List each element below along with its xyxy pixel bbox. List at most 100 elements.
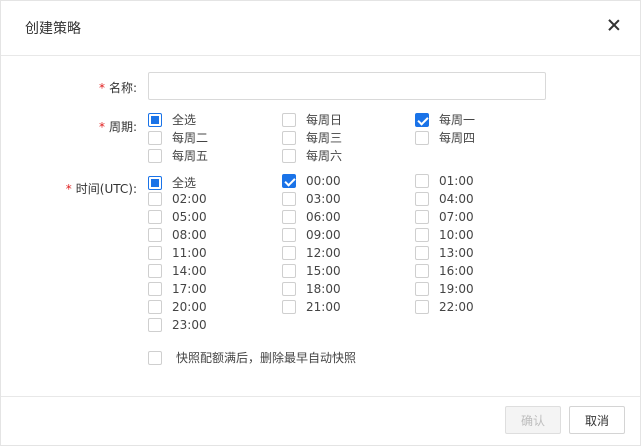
period-option-checkbox[interactable]: 每周二 — [148, 129, 208, 146]
checkbox-box[interactable] — [415, 210, 429, 224]
close-icon[interactable] — [606, 17, 622, 33]
time-option-checkbox[interactable]: 18:00 — [282, 282, 341, 296]
checkbox-box[interactable] — [282, 112, 296, 127]
checkbox-box[interactable] — [415, 300, 429, 314]
time-option-label: 全选 — [172, 176, 197, 190]
cancel-button[interactable]: 取消 — [569, 406, 625, 434]
confirm-button[interactable]: 确认 — [505, 406, 561, 434]
checkbox-box[interactable] — [282, 148, 296, 163]
checkbox-box[interactable] — [282, 228, 296, 242]
checkbox-box[interactable] — [282, 300, 296, 314]
time-option-label: 11:00 — [172, 246, 207, 260]
create-policy-dialog: 创建策略 * 名称: * 周期: 全选 每周日 每周一 每周二 每周三 每周四 每周五 每周六 *… — [0, 0, 641, 446]
time-option-checkbox[interactable]: 00:00 — [282, 174, 341, 188]
checkbox-box[interactable] — [282, 130, 296, 145]
checkbox-box[interactable] — [282, 264, 296, 278]
period-option-checkbox[interactable]: 每周六 — [282, 147, 342, 164]
checkbox-box[interactable] — [148, 282, 162, 296]
period-option-checkbox[interactable]: 全选 — [148, 111, 196, 128]
checkbox-box[interactable] — [148, 112, 162, 127]
name-input[interactable] — [148, 72, 546, 100]
time-option-label: 21:00 — [306, 300, 341, 314]
checkbox-box[interactable] — [415, 192, 429, 206]
time-option-checkbox[interactable]: 02:00 — [148, 192, 207, 206]
time-option-label: 10:00 — [439, 228, 474, 242]
time-label-wrap: * 时间(UTC): — [66, 180, 137, 197]
time-option-checkbox[interactable]: 11:00 — [148, 246, 207, 260]
time-option-label: 22:00 — [439, 300, 474, 314]
time-option-checkbox[interactable]: 05:00 — [148, 210, 207, 224]
checkbox-box[interactable] — [148, 350, 162, 365]
time-option-checkbox[interactable]: 04:00 — [415, 192, 474, 206]
time-option-label: 00:00 — [306, 174, 341, 188]
time-option-checkbox[interactable]: 03:00 — [282, 192, 341, 206]
time-option-checkbox[interactable]: 23:00 — [148, 318, 207, 332]
checkbox-box[interactable] — [282, 282, 296, 296]
time-option-label: 02:00 — [172, 192, 207, 206]
time-option-checkbox[interactable]: 21:00 — [282, 300, 341, 314]
checkbox-box[interactable] — [415, 112, 429, 127]
time-option-checkbox[interactable]: 16:00 — [415, 264, 474, 278]
time-option-checkbox[interactable]: 08:00 — [148, 228, 207, 242]
time-option-checkbox[interactable]: 06:00 — [282, 210, 341, 224]
time-option-checkbox[interactable]: 22:00 — [415, 300, 474, 314]
time-option-checkbox[interactable]: 19:00 — [415, 282, 474, 296]
dialog-header: 创建策略 — [1, 1, 640, 56]
period-option-label: 每周三 — [306, 131, 343, 145]
checkbox-box[interactable] — [148, 246, 162, 260]
time-option-checkbox[interactable]: 15:00 — [282, 264, 341, 278]
name-label-wrap: * 名称: — [99, 79, 137, 96]
period-option-checkbox[interactable]: 每周五 — [148, 147, 208, 164]
time-option-label: 04:00 — [439, 192, 474, 206]
period-option-label: 全选 — [172, 113, 197, 127]
time-option-label: 20:00 — [172, 300, 207, 314]
time-option-checkbox[interactable]: 07:00 — [415, 210, 474, 224]
checkbox-box[interactable] — [148, 318, 162, 332]
period-option-label: 每周六 — [306, 149, 343, 163]
checkbox-box[interactable] — [415, 246, 429, 260]
time-option-checkbox[interactable]: 20:00 — [148, 300, 207, 314]
time-option-checkbox[interactable]: 09:00 — [282, 228, 341, 242]
checkbox-box[interactable] — [415, 228, 429, 242]
time-option-label: 09:00 — [306, 228, 341, 242]
time-option-label: 14:00 — [172, 264, 207, 278]
checkbox-box[interactable] — [148, 192, 162, 206]
time-option-checkbox[interactable]: 13:00 — [415, 246, 474, 260]
time-option-checkbox[interactable]: 10:00 — [415, 228, 474, 242]
period-option-checkbox[interactable]: 每周一 — [415, 111, 475, 128]
time-option-label: 13:00 — [439, 246, 474, 260]
period-option-label: 每周一 — [439, 113, 476, 127]
time-option-checkbox[interactable]: 14:00 — [148, 264, 207, 278]
period-option-label: 每周五 — [172, 149, 209, 163]
checkbox-box[interactable] — [148, 210, 162, 224]
period-option-checkbox[interactable]: 每周日 — [282, 111, 342, 128]
time-option-label: 17:00 — [172, 282, 207, 296]
period-option-checkbox[interactable]: 每周四 — [415, 129, 475, 146]
checkbox-box[interactable] — [282, 174, 296, 188]
checkbox-box[interactable] — [148, 148, 162, 163]
checkbox-box[interactable] — [282, 246, 296, 260]
required-mark: * — [98, 120, 105, 134]
checkbox-box[interactable] — [148, 264, 162, 278]
time-option-checkbox[interactable]: 17:00 — [148, 282, 207, 296]
time-option-checkbox[interactable]: 01:00 — [415, 174, 474, 188]
checkbox-box[interactable] — [148, 130, 162, 145]
checkbox-box[interactable] — [282, 192, 296, 206]
checkbox-box[interactable] — [415, 174, 429, 188]
checkbox-box[interactable] — [415, 282, 429, 296]
checkbox-box[interactable] — [415, 130, 429, 145]
time-option-label: 23:00 — [172, 318, 207, 332]
checkbox-box[interactable] — [282, 210, 296, 224]
checkbox-box[interactable] — [148, 300, 162, 314]
time-option-checkbox[interactable]: 12:00 — [282, 246, 341, 260]
time-option-label: 15:00 — [306, 264, 341, 278]
time-label: 时间(UTC): — [75, 182, 137, 196]
auto-delete-checkbox[interactable]: 快照配额满后，删除最早自动快照 — [148, 349, 356, 366]
checkbox-box[interactable] — [148, 175, 162, 190]
time-option-checkbox[interactable]: 全选 — [148, 174, 196, 191]
period-option-checkbox[interactable]: 每周三 — [282, 129, 342, 146]
time-option-label: 08:00 — [172, 228, 207, 242]
required-mark: * — [65, 182, 72, 196]
checkbox-box[interactable] — [148, 228, 162, 242]
checkbox-box[interactable] — [415, 264, 429, 278]
